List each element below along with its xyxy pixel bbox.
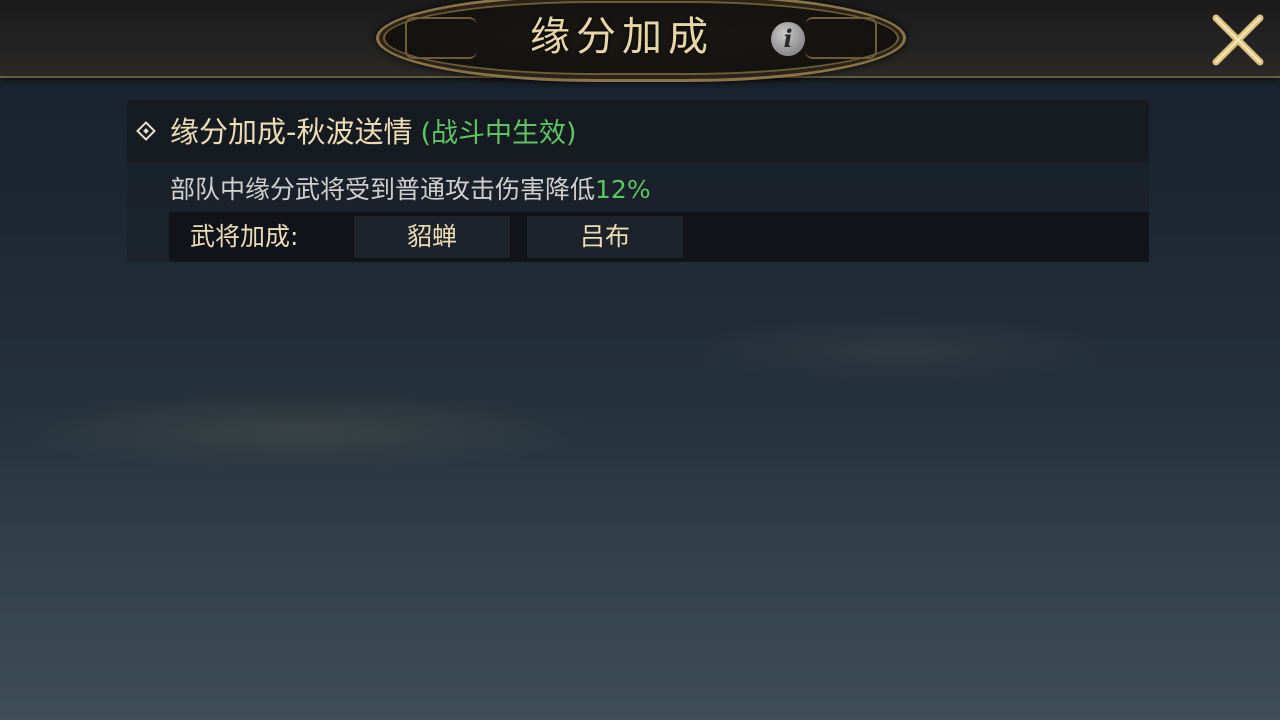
description-value: 12% <box>595 175 651 204</box>
close-x-icon <box>1212 14 1264 66</box>
page-title: 缘分加成 <box>530 14 714 60</box>
bonus-title: 缘分加成-秋波送情 (战斗中生效) <box>170 110 577 154</box>
bonus-description: 部队中缘分武将受到普通攻击伤害降低12% <box>170 170 651 210</box>
info-icon[interactable]: i <box>771 22 805 56</box>
general-chip-lvbu[interactable]: 吕布 <box>527 216 683 258</box>
bonus-name: 缘分加成-秋波送情 <box>170 115 413 149</box>
generals-label: 武将加成: <box>190 222 299 251</box>
close-button[interactable] <box>1208 10 1268 70</box>
bond-bonus-screen: 缘分加成 i 缘分加成-秋波送情 (战斗中生效) 部队中缘分武将受到普通攻击伤害降… <box>0 0 1280 720</box>
description-text: 部队中缘分武将受到普通攻击伤害降低 <box>170 175 596 204</box>
effect-note: (战斗中生效) <box>420 118 577 149</box>
general-chip-diaochan[interactable]: 貂蝉 <box>354 216 510 258</box>
